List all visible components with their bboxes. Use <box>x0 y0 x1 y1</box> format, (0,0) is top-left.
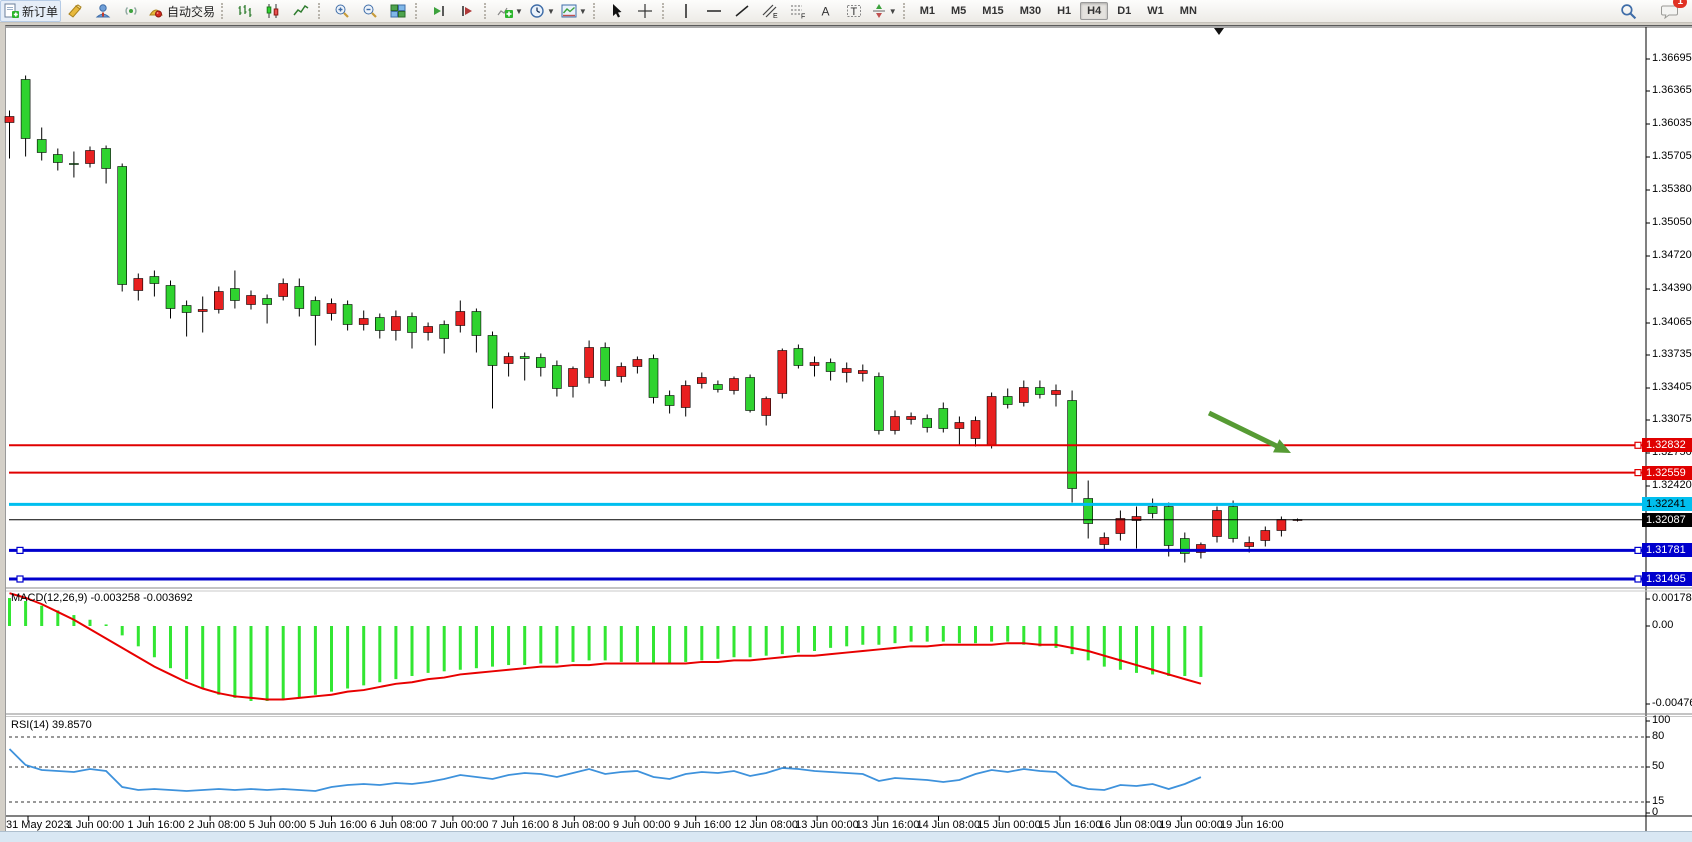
time-axis-label: 7 Jun 16:00 <box>492 819 550 831</box>
price-axis-label: 1.33405 <box>1652 381 1692 393</box>
price-axis-label: 1.34720 <box>1652 249 1692 261</box>
chart-window: ▼ USDCAD-,H4 1.32083 1.32092 1.32078 1.3… <box>5 25 1692 832</box>
time-axis-label: 8 Jun 08:00 <box>552 819 610 831</box>
price-axis-label: 1.36035 <box>1652 117 1692 129</box>
trading-platform-window: 新订单 <box>0 0 1692 841</box>
time-axis-label: 7 Jun 00:00 <box>431 819 489 831</box>
macd-axis-label: 0.00 <box>1652 619 1673 631</box>
time-axis-label: 6 Jun 08:00 <box>370 819 428 831</box>
price-line-label[interactable]: 1.31781 <box>1642 543 1692 557</box>
price-line-label[interactable]: 1.31495 <box>1642 572 1692 586</box>
price-axis-label: 1.33075 <box>1652 413 1692 425</box>
time-axis-label: 19 Jun 16:00 <box>1220 819 1284 831</box>
price-axis-label: 1.34065 <box>1652 316 1692 328</box>
price-line-label[interactable]: 1.32087 <box>1642 513 1692 527</box>
price-axis-label: 1.36365 <box>1652 84 1692 96</box>
time-axis-label: 9 Jun 00:00 <box>613 819 671 831</box>
macd-axis-label: -0.004763 <box>1652 697 1692 709</box>
time-axis-label: 15 Jun 00:00 <box>977 819 1041 831</box>
price-axis-label: 1.32420 <box>1652 479 1692 491</box>
rsi-axis-label: 0 <box>1652 806 1658 818</box>
price-axis-label: 1.35380 <box>1652 183 1692 195</box>
price-line-label[interactable]: 1.32832 <box>1642 438 1692 452</box>
time-axis-label: 13 Jun 00:00 <box>795 819 859 831</box>
time-axis-label: 1 Jun 16:00 <box>127 819 185 831</box>
time-axis-label: 1 Jun 00:00 <box>67 819 125 831</box>
rsi-axis-label: 100 <box>1652 714 1670 726</box>
time-axis-label: 15 Jun 16:00 <box>1038 819 1102 831</box>
macd-axis-label: 0.001789 <box>1652 592 1692 604</box>
rsi-axis-label: 50 <box>1652 760 1664 772</box>
rsi-axis-label: 80 <box>1652 730 1664 742</box>
time-axis-label: 12 Jun 08:00 <box>734 819 798 831</box>
time-axis-label: 14 Jun 08:00 <box>917 819 981 831</box>
rsi-indicator-label: RSI(14) 39.8570 <box>11 719 92 731</box>
time-axis-label: 9 Jun 16:00 <box>674 819 732 831</box>
price-axis-label: 1.35705 <box>1652 150 1692 162</box>
time-axis-label: 5 Jun 16:00 <box>310 819 368 831</box>
status-bar <box>0 831 1692 842</box>
price-axis-label: 1.35050 <box>1652 216 1692 228</box>
price-axis-label: 1.33735 <box>1652 348 1692 360</box>
price-line-label[interactable]: 1.32559 <box>1642 466 1692 480</box>
time-axis-label: 19 Jun 00:00 <box>1159 819 1223 831</box>
time-axis-label: 13 Jun 16:00 <box>856 819 920 831</box>
time-axis-label: 16 Jun 08:00 <box>1099 819 1163 831</box>
time-axis-label: 31 May 2023 <box>6 819 70 831</box>
price-axis-label: 1.36695 <box>1652 52 1692 64</box>
time-axis-label: 2 Jun 08:00 <box>188 819 246 831</box>
price-line-label[interactable]: 1.32241 <box>1642 497 1692 511</box>
macd-indicator-label: MACD(12,26,9) -0.003258 -0.003692 <box>11 592 193 604</box>
labels-layer: 1.36695 1.36365 1.36035 1.35705 1.35380 1.350… <box>1 1 1692 842</box>
price-axis-label: 1.34390 <box>1652 282 1692 294</box>
time-axis-label: 5 Jun 00:00 <box>249 819 307 831</box>
